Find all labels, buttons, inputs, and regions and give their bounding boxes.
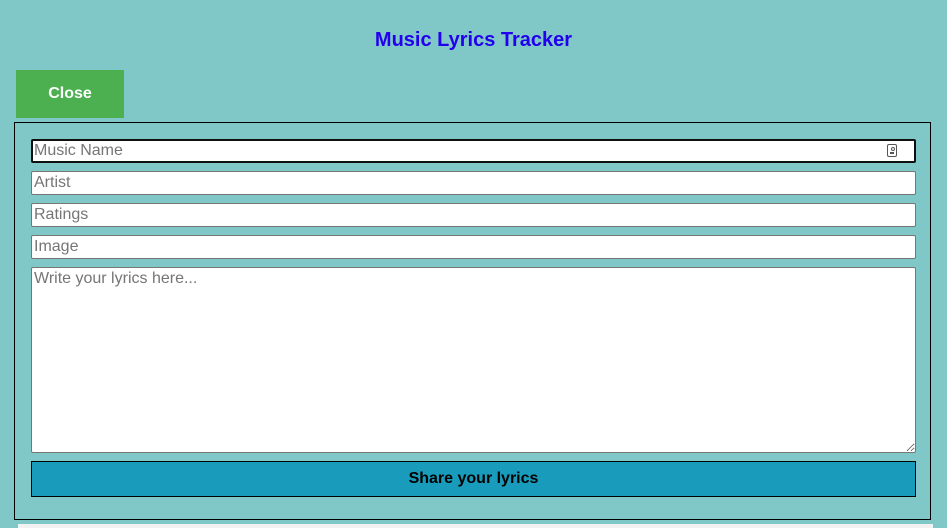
lyrics-textarea[interactable]: [31, 267, 916, 453]
lyrics-form: Share your lyrics: [14, 122, 931, 520]
page-title: Music Lyrics Tracker: [374, 29, 573, 51]
next-section-edge: [18, 524, 933, 528]
image-input[interactable]: [31, 235, 916, 259]
artist-input[interactable]: [31, 171, 916, 195]
ratings-input[interactable]: [31, 203, 916, 227]
music-name-field-wrapper: [31, 139, 916, 163]
close-button[interactable]: Close: [16, 70, 124, 118]
music-name-input[interactable]: [31, 139, 916, 163]
share-lyrics-button[interactable]: Share your lyrics: [31, 461, 916, 497]
contact-card-icon[interactable]: [887, 144, 897, 157]
